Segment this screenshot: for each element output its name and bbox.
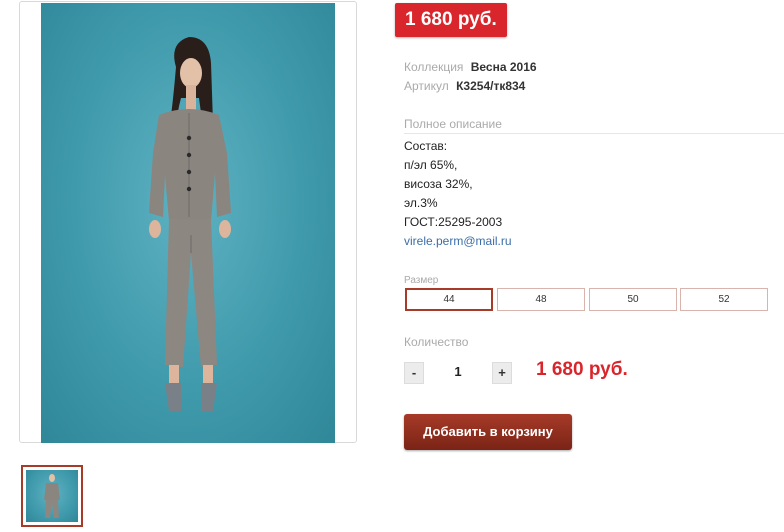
quantity-label: Количество (404, 335, 469, 349)
description-title: Полное описание (404, 117, 784, 134)
description-line: висоза 32%, (404, 177, 473, 191)
product-image-frame (19, 1, 357, 443)
article-row: Артикул К3254/тк834 (404, 79, 525, 93)
total-price: 1 680 руб. (536, 359, 628, 380)
article-label: Артикул (404, 79, 449, 93)
quantity-value[interactable]: 1 (444, 364, 472, 379)
quantity-increase-button[interactable]: + (492, 362, 512, 384)
collection-label: Коллекция (404, 60, 464, 74)
model-figure-illustration (149, 37, 231, 411)
collection-row: Коллекция Весна 2016 (404, 60, 537, 74)
size-option-52[interactable]: 52 (680, 288, 768, 311)
thumbnail-selected[interactable] (21, 465, 83, 527)
thumbnail-image (26, 470, 78, 522)
description-text: Состав: п/эл 65%, висоза 32%, эл.3% ГОСТ… (404, 137, 512, 251)
description-line: Состав: (404, 139, 448, 153)
size-option-50[interactable]: 50 (589, 288, 677, 311)
article-value: К3254/тк834 (456, 79, 526, 93)
size-option-48[interactable]: 48 (497, 288, 585, 311)
description-line: ГОСТ:25295-2003 (404, 215, 503, 229)
price-badge: 1 680 руб. (395, 3, 507, 37)
quantity-decrease-button[interactable]: - (404, 362, 424, 384)
description-line: эл.3% (404, 196, 438, 210)
description-line: п/эл 65%, (404, 158, 458, 172)
add-to-cart-button[interactable]: Добавить в корзину (404, 414, 572, 450)
size-option-44[interactable]: 44 (405, 288, 493, 311)
collection-value: Весна 2016 (470, 60, 537, 74)
thumbnail-figure-illustration (44, 474, 60, 518)
size-label: Размер (404, 275, 439, 286)
contact-email-link[interactable]: virele.perm@mail.ru (404, 232, 512, 251)
product-photo[interactable] (41, 3, 335, 443)
